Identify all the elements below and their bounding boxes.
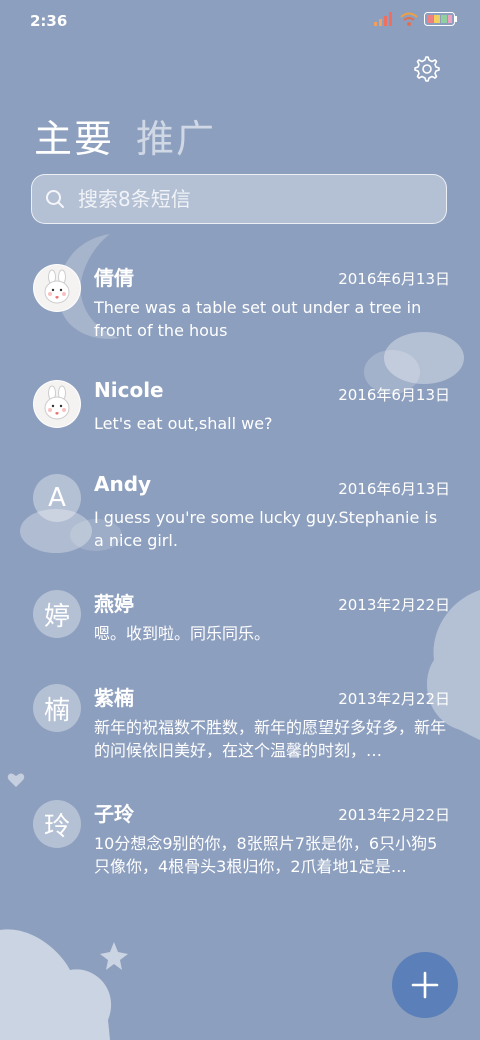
message-preview: 10分想念9别的你，8张照片7张是你，6只小狗5只像你，4根骨头3根归你，2爪着… <box>94 834 438 876</box>
message-preview: I guess you're some lucky guy.Stephanie … <box>94 508 438 550</box>
message-preview: There was a table set out under a tree i… <box>94 298 422 340</box>
star-decoration <box>100 942 128 970</box>
search-bar[interactable] <box>31 174 447 224</box>
message-date: 2013年2月22日 <box>338 596 450 614</box>
avatar: A <box>33 474 81 522</box>
contact-name: Nicole <box>94 378 164 402</box>
message-date: 2016年6月13日 <box>338 386 450 404</box>
contact-name: 燕婷 <box>94 592 134 616</box>
battery-icon <box>424 12 457 26</box>
avatar <box>33 380 81 428</box>
contact-name: 倩倩 <box>94 266 134 290</box>
status-bar: 2:36 <box>0 0 480 40</box>
new-message-button[interactable] <box>392 952 458 1018</box>
message-date: 2013年2月22日 <box>338 690 450 708</box>
avatar <box>33 264 81 312</box>
signal-icon <box>374 12 392 26</box>
contact-name: 紫楠 <box>94 686 134 710</box>
message-preview: Let's eat out,shall we? <box>94 414 273 433</box>
message-date: 2013年2月22日 <box>338 806 450 824</box>
tab-promotions[interactable]: 推广 <box>136 108 216 163</box>
bunny-avatar-icon <box>44 385 70 420</box>
status-time: 2:36 <box>30 12 68 30</box>
avatar: 楠 <box>33 684 81 732</box>
cloud-decoration <box>0 929 112 1040</box>
message-date: 2016年6月13日 <box>338 270 450 288</box>
message-date: 2016年6月13日 <box>338 480 450 498</box>
heart-decoration <box>7 773 25 787</box>
contact-name: 子玲 <box>94 802 134 826</box>
wifi-icon <box>400 12 418 26</box>
plus-icon <box>411 971 439 999</box>
bunny-avatar-icon <box>44 269 70 304</box>
search-icon <box>46 190 64 208</box>
tab-primary[interactable]: 主要 <box>34 108 114 163</box>
message-preview: 新年的祝福数不胜数，新年的愿望好多好多，新年的问候依旧美好，在这个温馨的时刻，… <box>94 718 447 760</box>
search-input[interactable] <box>76 186 420 212</box>
status-icons <box>374 12 458 26</box>
settings-button[interactable] <box>414 56 440 82</box>
contact-name: Andy <box>94 472 152 496</box>
gear-icon <box>414 56 440 82</box>
avatar: 婷 <box>33 590 81 638</box>
message-preview: 嗯。收到啦。同乐同乐。 <box>94 624 271 643</box>
avatar: 玲 <box>33 800 81 848</box>
tab-bar: 主要 推广 <box>34 108 216 163</box>
